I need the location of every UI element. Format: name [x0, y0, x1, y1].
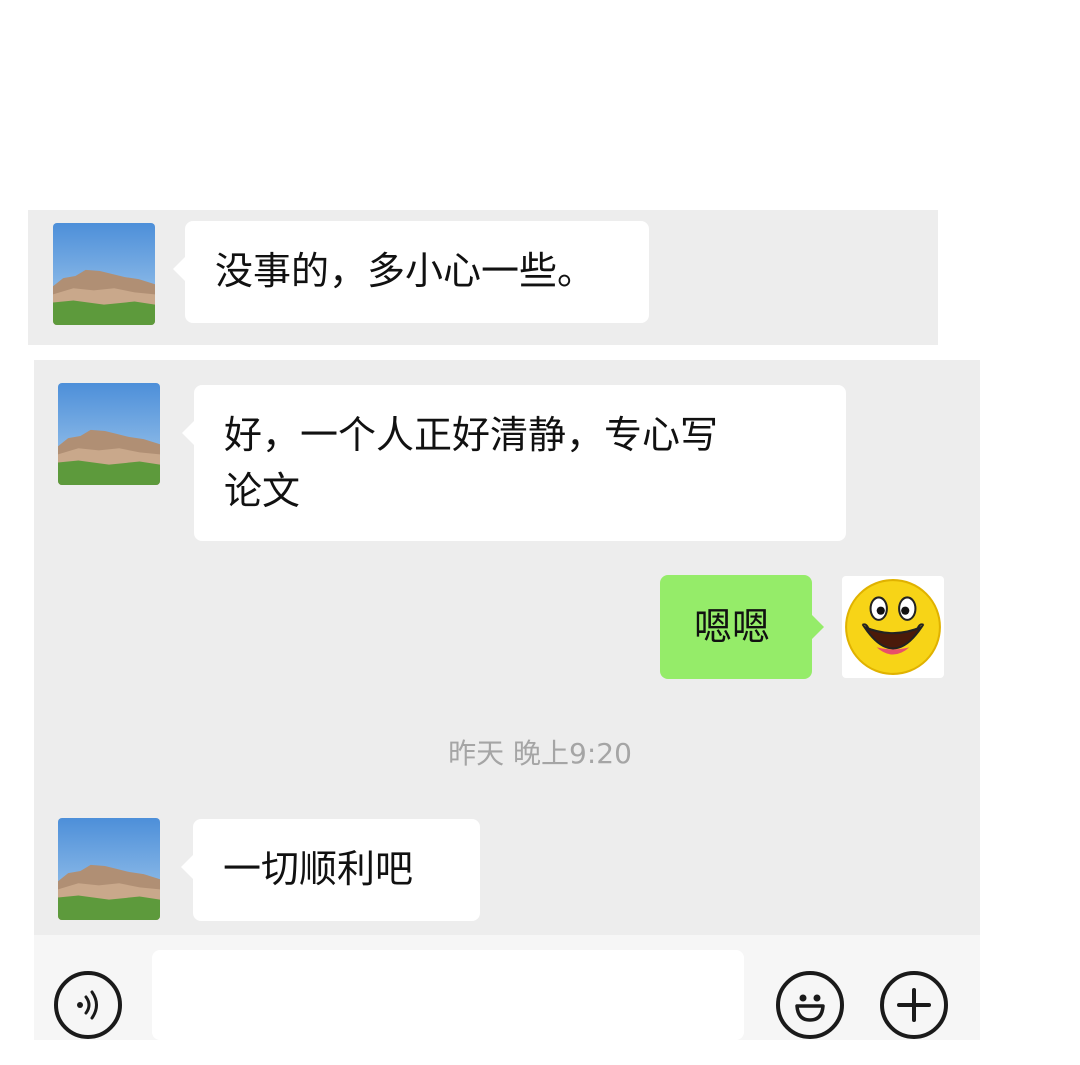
- add-button[interactable]: [880, 971, 948, 1039]
- plus-icon: [897, 988, 931, 1022]
- emoji-button[interactable]: [776, 971, 844, 1039]
- message-input[interactable]: [152, 950, 744, 1040]
- message-text-line-1: 好，一个人正好清静，专心写: [224, 413, 719, 457]
- self-avatar[interactable]: [842, 576, 944, 678]
- message-timestamp: 昨天 晚上9:20: [448, 737, 632, 770]
- mountain-landscape-icon: [53, 223, 155, 325]
- incoming-message-bubble[interactable]: 一切顺利吧: [181, 819, 480, 921]
- message-text: 没事的，多小心一些。: [215, 249, 596, 293]
- message-text-line-2: 论文: [224, 469, 301, 513]
- smiley-face-icon: [845, 579, 941, 675]
- mountain-landscape-icon: [58, 818, 160, 920]
- contact-avatar[interactable]: [58, 383, 160, 485]
- voice-button[interactable]: [54, 971, 122, 1039]
- outgoing-message-bubble[interactable]: 嗯嗯: [660, 575, 824, 679]
- mountain-landscape-icon: [58, 383, 160, 485]
- contact-avatar[interactable]: [58, 818, 160, 920]
- message-text: 一切顺利吧: [223, 847, 414, 891]
- voice-icon: [77, 990, 98, 1020]
- contact-avatar[interactable]: [53, 223, 155, 325]
- incoming-message-bubble[interactable]: 好，一个人正好清静，专心写 论文: [182, 385, 846, 541]
- message-text: 嗯嗯: [694, 605, 771, 649]
- emoji-icon: [795, 994, 825, 1022]
- incoming-message-bubble[interactable]: 没事的，多小心一些。: [173, 221, 649, 323]
